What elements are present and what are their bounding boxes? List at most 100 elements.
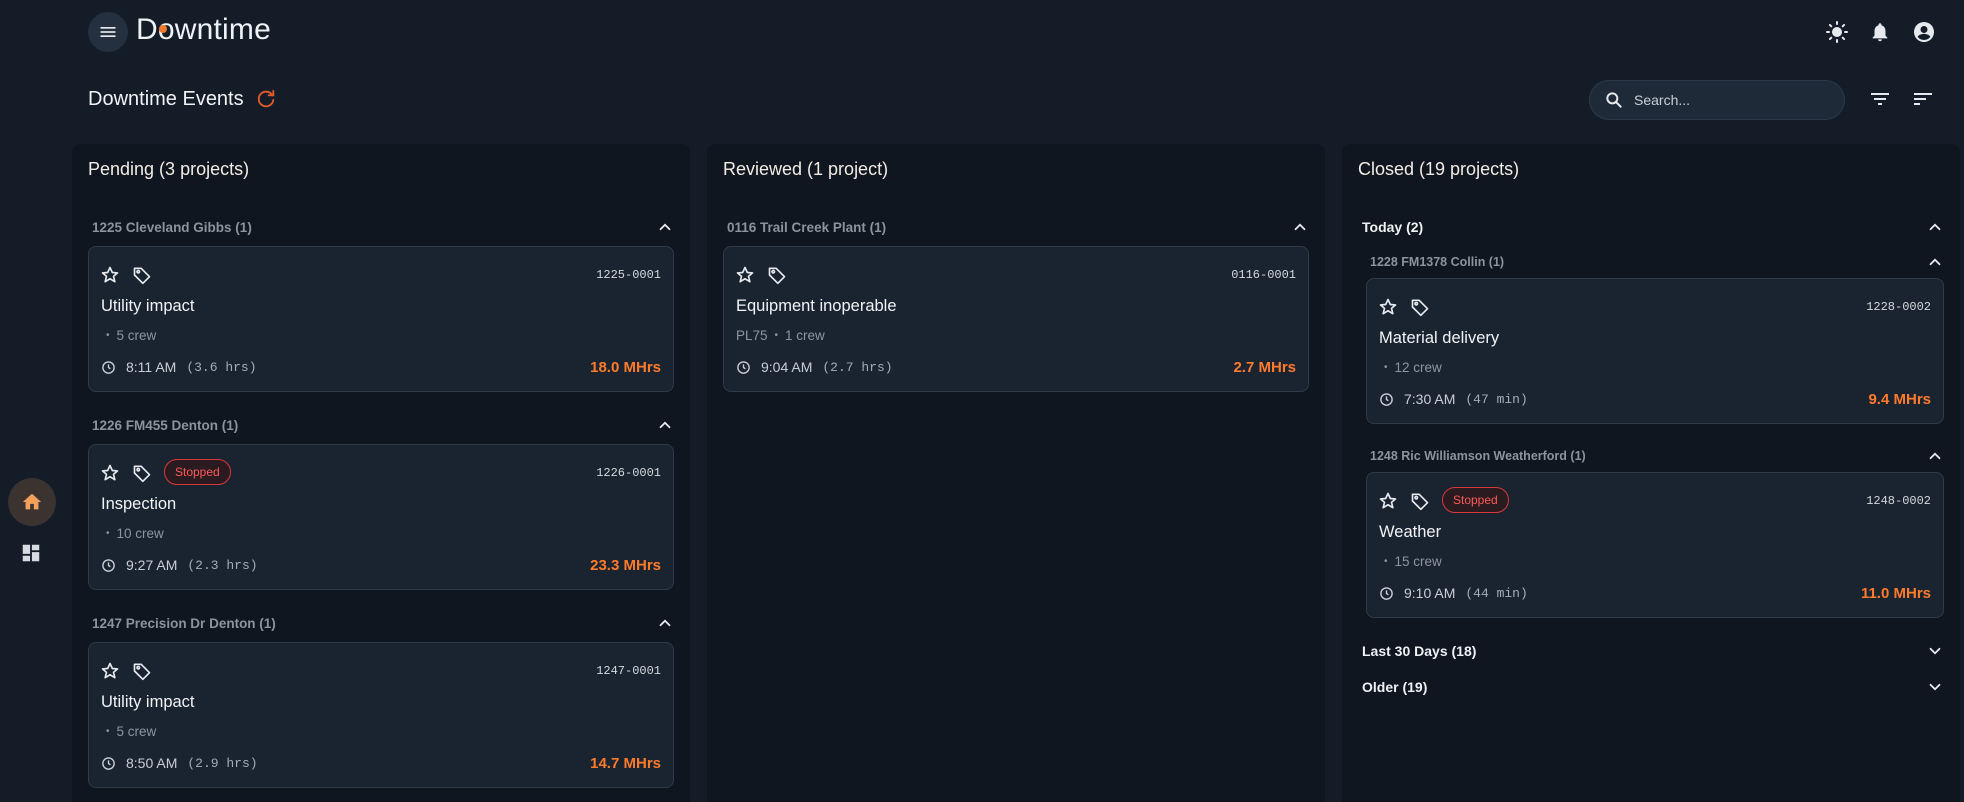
chevron-up-icon[interactable] — [656, 416, 674, 434]
event-card[interactable]: Stopped 1248-0002 Weather • 15 crew 9:10 … — [1366, 472, 1944, 618]
star-icon[interactable] — [1378, 297, 1398, 317]
tag-icon[interactable] — [132, 463, 152, 483]
nav-dashboard-button[interactable] — [20, 542, 44, 566]
star-icon[interactable] — [1378, 491, 1398, 511]
bell-icon — [1872, 23, 1888, 42]
project-group-label: 1226 FM455 Denton (1) — [92, 417, 239, 433]
logo-accent-dot — [159, 25, 167, 33]
theme-toggle-button[interactable] — [1824, 19, 1850, 45]
event-man-hours: 11.0 MHrs — [1860, 585, 1931, 602]
dashboard-icon — [22, 544, 40, 562]
chevron-up-icon[interactable] — [1926, 447, 1944, 465]
filter-icon — [1871, 93, 1889, 105]
tag-icon[interactable] — [132, 265, 152, 285]
date-section-header[interactable]: Last 30 Days (18) — [1362, 639, 1944, 663]
tag-icon[interactable] — [767, 265, 787, 285]
event-code: 1226-0001 — [596, 466, 661, 480]
clock-icon — [102, 558, 115, 572]
account-button[interactable] — [1911, 19, 1937, 45]
date-section-header[interactable]: Today (2) — [1362, 215, 1944, 239]
event-card[interactable]: Stopped 1226-0001 Inspection • 10 crew 9:… — [88, 444, 674, 590]
event-title: Equipment inoperable — [736, 297, 897, 315]
crew-count: 1 crew — [785, 328, 825, 343]
event-meta: • 12 crew — [1384, 360, 1442, 375]
equipment-id: PL75 — [736, 328, 768, 343]
event-time-row: 9:04 AM (2.7 hrs) — [736, 359, 893, 375]
sun-icon — [1826, 21, 1848, 43]
project-group-header[interactable]: 0116 Trail Creek Plant (1) — [727, 215, 1309, 239]
event-start-time: 9:10 AM — [1404, 585, 1456, 601]
event-start-time: 7:30 AM — [1404, 391, 1456, 407]
tag-icon[interactable] — [1410, 297, 1430, 317]
event-duration: (2.7 hrs) — [822, 359, 893, 375]
event-card[interactable]: 0116-0001 Equipment inoperable PL75 • 1 c… — [723, 246, 1309, 392]
crew-count: 10 crew — [116, 526, 164, 541]
event-title: Utility impact — [101, 297, 195, 315]
event-start-time: 8:11 AM — [126, 359, 177, 375]
tag-icon[interactable] — [132, 661, 152, 681]
event-title: Weather — [1379, 523, 1442, 541]
date-section-header[interactable]: Older (19) — [1362, 675, 1944, 699]
project-group-header[interactable]: 1226 FM455 Denton (1) — [92, 413, 674, 437]
tag-icon[interactable] — [1410, 491, 1430, 511]
project-group-header[interactable]: 1225 Cleveland Gibbs (1) — [92, 215, 674, 239]
event-start-time: 9:27 AM — [126, 557, 178, 573]
date-section-label: Today (2) — [1362, 219, 1424, 235]
event-meta: • 5 crew — [106, 328, 157, 343]
page-title: Downtime Events — [88, 88, 244, 110]
sort-button[interactable] — [1911, 87, 1937, 113]
pending-column: Pending (3 projects) 1225 Cleveland Gibb… — [72, 144, 690, 802]
clock-icon — [102, 360, 115, 374]
event-code: 1247-0001 — [596, 664, 661, 678]
event-card[interactable]: 1225-0001 Utility impact • 5 crew 8:11 AM… — [88, 246, 674, 392]
event-meta: • 10 crew — [106, 526, 164, 541]
crew-count: 15 crew — [1394, 554, 1442, 569]
event-time-row: 8:50 AM (2.9 hrs) — [101, 755, 258, 771]
event-time-row: 9:10 AM (44 min) — [1379, 585, 1528, 601]
chevron-up-icon[interactable] — [1926, 253, 1944, 271]
star-icon[interactable] — [100, 265, 120, 285]
refresh-icon — [257, 89, 275, 108]
event-meta: PL75 • 1 crew — [736, 328, 825, 343]
nav-home-button[interactable] — [8, 478, 56, 526]
star-icon[interactable] — [100, 463, 120, 483]
star-icon[interactable] — [100, 661, 120, 681]
project-group-label: 1247 Precision Dr Denton (1) — [92, 615, 276, 631]
event-card[interactable]: 1228-0002 Material delivery • 12 crew 7:3… — [1366, 278, 1944, 424]
search-icon — [1606, 92, 1622, 108]
crew-count: 12 crew — [1394, 360, 1442, 375]
chevron-up-icon[interactable] — [656, 218, 674, 236]
search-input[interactable] — [1634, 92, 1824, 108]
menu-button[interactable] — [88, 12, 128, 52]
project-group-header[interactable]: 1248 Ric Williamson Weatherford (1) — [1370, 444, 1944, 468]
filter-button[interactable] — [1868, 87, 1894, 113]
project-group-header[interactable]: 1228 FM1378 Collin (1) — [1370, 250, 1944, 274]
event-man-hours: 2.7 MHrs — [1233, 359, 1296, 376]
closed-column: Closed (19 projects) Today (2) 1228 FM13… — [1342, 144, 1960, 802]
event-duration: (2.3 hrs) — [187, 557, 258, 573]
chevron-up-icon[interactable] — [656, 614, 674, 632]
event-man-hours: 18.0 MHrs — [590, 359, 661, 376]
chevron-down-icon[interactable] — [1926, 642, 1944, 660]
project-group-header[interactable]: 1247 Precision Dr Denton (1) — [92, 611, 674, 635]
event-title: Material delivery — [1379, 329, 1500, 347]
project-group-label: 1225 Cleveland Gibbs (1) — [92, 219, 252, 235]
chevron-down-icon[interactable] — [1926, 678, 1944, 696]
event-meta: • 5 crew — [106, 724, 157, 739]
event-man-hours: 9.4 MHrs — [1868, 391, 1931, 408]
event-time-row: 8:11 AM (3.6 hrs) — [101, 359, 257, 375]
event-start-time: 8:50 AM — [126, 755, 178, 771]
star-icon[interactable] — [735, 265, 755, 285]
notifications-button[interactable] — [1867, 19, 1893, 45]
event-card[interactable]: 1247-0001 Utility impact • 5 crew 8:50 AM… — [88, 642, 674, 788]
chevron-up-icon[interactable] — [1926, 218, 1944, 236]
event-duration: (44 min) — [1465, 585, 1528, 601]
event-code: 1228-0002 — [1866, 300, 1931, 314]
refresh-button[interactable] — [255, 88, 277, 110]
event-meta: • 15 crew — [1384, 554, 1442, 569]
event-duration: (2.9 hrs) — [187, 755, 258, 771]
chevron-up-icon[interactable] — [1291, 218, 1309, 236]
search-box[interactable] — [1589, 80, 1845, 120]
column-title: Reviewed (1 project) — [723, 159, 889, 179]
sort-icon — [1914, 93, 1932, 105]
